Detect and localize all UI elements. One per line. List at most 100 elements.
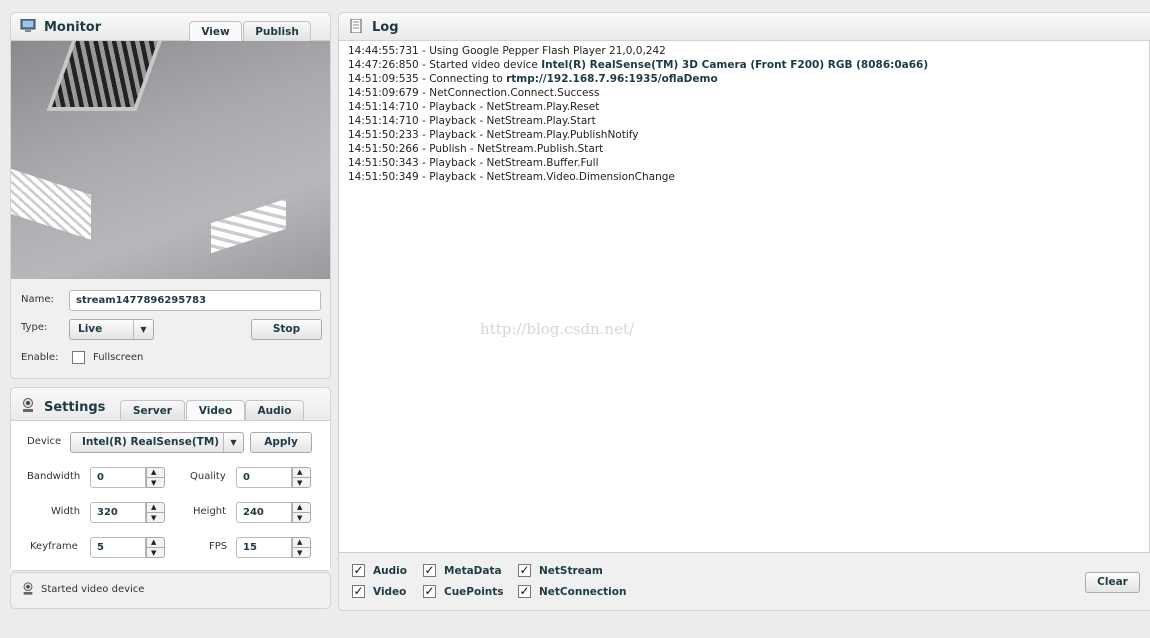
tab-audio[interactable]: Audio	[245, 400, 304, 420]
fps-stepper[interactable]	[292, 537, 311, 558]
log-entry-text: 14:51:14:710	[348, 101, 419, 113]
clear-button[interactable]: Clear	[1085, 572, 1140, 593]
fps-input[interactable]: 15	[236, 537, 292, 558]
monitor-icon	[20, 19, 36, 32]
quality-stepper[interactable]	[292, 467, 311, 488]
ceiling-vent	[46, 41, 166, 111]
apply-button[interactable]: Apply	[250, 432, 312, 453]
audio-filter-label: Audio	[373, 565, 407, 577]
bandwidth-label: Bandwidth	[27, 471, 81, 482]
notebook-icon	[350, 19, 362, 33]
status-text: Started video device	[41, 584, 145, 595]
netconnection-filter-label: NetConnection	[539, 586, 627, 598]
quality-input[interactable]: 0	[236, 467, 292, 488]
log-entry-message: Playback - NetStream.Buffer.Full	[429, 157, 599, 169]
log-separator: -	[418, 101, 430, 113]
fullscreen-checkbox[interactable]	[72, 351, 85, 364]
metadata-filter-checkbox[interactable]: ✓	[423, 564, 436, 577]
settings-header: Settings Server Video Audio	[11, 388, 330, 421]
tab-video[interactable]: Video	[186, 400, 245, 420]
bandwidth-input[interactable]: 0	[90, 467, 146, 488]
log-entry-message: Playback - NetStream.Play.PublishNotify	[429, 129, 639, 141]
metadata-filter-label: MetaData	[444, 565, 502, 577]
log-entry-highlight: Intel(R) RealSense(TM) 3D Camera (Front …	[541, 59, 929, 71]
log-entry-message: Playback - NetStream.Play.Start	[429, 115, 596, 127]
device-select[interactable]: Intel(R) RealSense(TM) ▼	[70, 432, 244, 453]
log-separator: -	[418, 115, 430, 127]
log-header: Log	[339, 13, 1150, 41]
log-entry: 14:51:50:343 - Playback - NetStream.Buff…	[348, 156, 1140, 170]
netstream-filter-label: NetStream	[539, 565, 603, 577]
chevron-down-icon: ▼	[133, 320, 153, 339]
log-separator: -	[418, 45, 430, 57]
width-stepper[interactable]	[146, 502, 165, 523]
quality-label: Quality	[190, 471, 226, 482]
settings-title: Settings	[44, 400, 106, 415]
log-entry-message: Publish - NetStream.Publish.Start	[429, 143, 604, 155]
log-entry-highlight: rtmp://192.168.7.96:1935/oflaDemo	[506, 73, 718, 85]
cuepoints-filter-checkbox[interactable]: ✓	[423, 585, 436, 598]
log-entry-message: Playback - NetStream.Play.Reset	[429, 101, 600, 113]
chevron-down-icon: ▼	[223, 433, 243, 452]
fps-label: FPS	[209, 541, 228, 552]
monitor-title: Monitor	[44, 20, 102, 35]
log-entry-message: Playback - NetStream.Video.DimensionChan…	[429, 171, 675, 183]
log-separator: -	[418, 129, 430, 141]
log-entry: 14:51:09:679 - NetConnection.Connect.Suc…	[348, 86, 1140, 100]
height-input[interactable]: 240	[236, 502, 292, 523]
enable-label: Enable:	[21, 352, 59, 363]
video-filter-label: Video	[373, 586, 407, 598]
settings-panel: Settings Server Video Audio Device Intel…	[10, 387, 331, 571]
log-entry-text: 14:51:50:266	[348, 143, 419, 155]
log-entry: 14:51:50:349 - Playback - NetStream.Vide…	[348, 170, 1140, 184]
ceiling-light	[211, 198, 286, 254]
log-entry-message: Using Google Pepper Flash Player 21,0,0,…	[429, 45, 666, 57]
monitor-header: Monitor View Publish	[11, 13, 330, 41]
log-entry: 14:51:09:535 - Connecting to rtmp://192.…	[348, 72, 1140, 86]
log-entry-text: 14:51:09:679	[348, 87, 419, 99]
log-separator: -	[418, 59, 430, 71]
log-output: 14:44:55:731 - Using Google Pepper Flash…	[338, 40, 1150, 553]
keyframe-stepper[interactable]	[146, 537, 165, 558]
stop-button[interactable]: Stop	[251, 319, 322, 340]
video-preview	[11, 41, 330, 279]
log-entry: 14:44:55:731 - Using Google Pepper Flash…	[348, 44, 1140, 58]
stream-name-input[interactable]: stream1477896295783	[69, 290, 321, 311]
netstream-filter-checkbox[interactable]: ✓	[518, 564, 531, 577]
name-label: Name:	[21, 294, 54, 305]
netconnection-filter-checkbox[interactable]: ✓	[518, 585, 531, 598]
width-label: Width	[51, 506, 81, 517]
type-label: Type:	[21, 322, 48, 333]
log-entry: 14:51:50:266 - Publish - NetStream.Publi…	[348, 142, 1140, 156]
log-entry-text: 14:51:09:535	[348, 73, 419, 85]
log-entry-text: 14:51:50:233	[348, 129, 419, 141]
audio-filter-checkbox[interactable]: ✓	[352, 564, 365, 577]
tab-server[interactable]: Server	[120, 400, 185, 420]
log-separator: -	[418, 87, 430, 99]
log-entry: 14:47:26:850 - Started video device Inte…	[348, 58, 1140, 72]
keyframe-input[interactable]: 5	[90, 537, 146, 558]
height-label: Height	[193, 506, 227, 517]
log-entry-text: 14:47:26:850	[348, 59, 419, 71]
width-input[interactable]: 320	[90, 502, 146, 523]
log-entry: 14:51:50:233 - Playback - NetStream.Play…	[348, 128, 1140, 142]
log-title: Log	[372, 20, 399, 35]
log-entry: 14:51:14:710 - Playback - NetStream.Play…	[348, 100, 1140, 114]
log-entry-message: Connecting to	[429, 73, 507, 85]
log-entry: 14:51:14:710 - Playback - NetStream.Play…	[348, 114, 1140, 128]
watermark: http://blog.csdn.net/	[480, 320, 635, 338]
status-bar: Started video device	[10, 572, 331, 609]
tab-publish[interactable]: Publish	[243, 21, 311, 41]
tab-view[interactable]: View	[189, 21, 242, 41]
device-value: Intel(R) RealSense(TM)	[82, 436, 220, 448]
height-stepper[interactable]	[292, 502, 311, 523]
fullscreen-label: Fullscreen	[93, 352, 144, 363]
device-label: Device	[27, 436, 62, 447]
video-filter-checkbox[interactable]: ✓	[352, 585, 365, 598]
log-separator: -	[418, 157, 430, 169]
log-entry-message: NetConnection.Connect.Success	[429, 87, 600, 99]
type-select[interactable]: Live ▼	[69, 319, 154, 340]
log-separator: -	[418, 171, 430, 183]
bandwidth-stepper[interactable]	[146, 467, 165, 488]
webcam-icon	[23, 582, 33, 595]
